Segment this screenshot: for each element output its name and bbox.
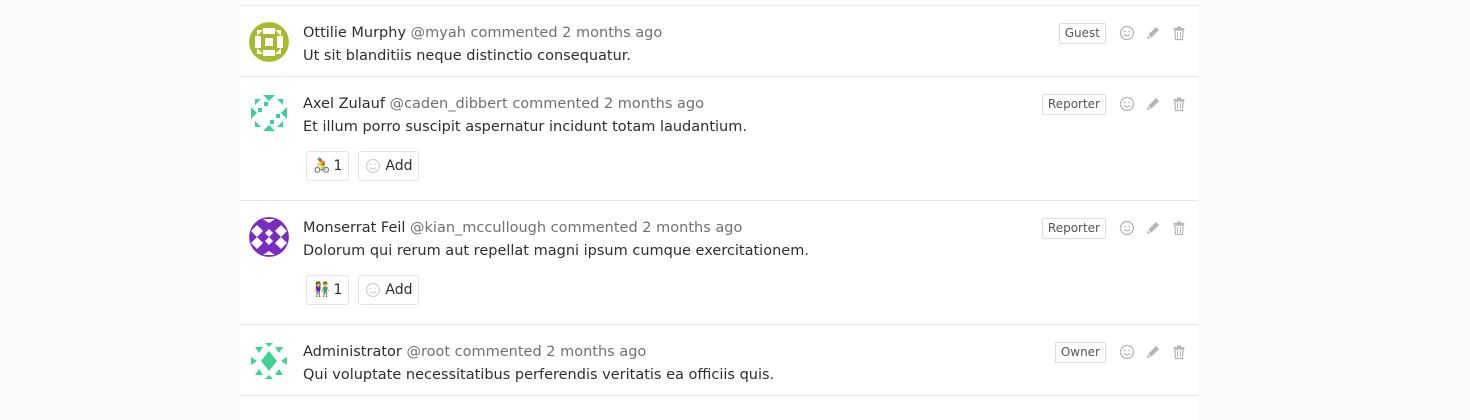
award-emoji: 👫: [313, 282, 331, 298]
role-badge: Guest: [1058, 22, 1106, 44]
note-actions: Guest: [1058, 22, 1188, 44]
role-badge: Reporter: [1041, 93, 1106, 115]
note-timestamp[interactable]: 2 months ago: [546, 344, 646, 360]
note-item: Ottilie Murphy @myah commented 2 months …: [240, 5, 1198, 77]
note-actions: Owner: [1054, 341, 1188, 363]
author-name[interactable]: Administrator: [303, 344, 402, 360]
add-reaction-button[interactable]: Add: [358, 275, 420, 305]
add-reaction-label: Add: [385, 158, 413, 174]
author-name[interactable]: Axel Zulauf: [303, 96, 385, 112]
notes-timeline: Ottilie Murphy @myah commented 2 months …: [240, 0, 1198, 420]
note-body: Qui voluptate necessitatibus perferendis…: [303, 367, 775, 383]
note-header: Administrator @root commented 2 months a…: [303, 342, 646, 362]
smiley-icon: [366, 282, 381, 298]
award-count: 1: [333, 282, 343, 298]
author-name[interactable]: Ottilie Murphy: [303, 25, 406, 41]
author-username[interactable]: @caden_dibbert: [390, 96, 508, 112]
note-timestamp[interactable]: 2 months ago: [562, 25, 662, 41]
trash-icon[interactable]: [1170, 219, 1188, 237]
note-action: commented: [512, 96, 600, 112]
note-item: Axel Zulauf @caden_dibbert commented 2 m…: [240, 77, 1198, 201]
smiley-icon[interactable]: [1118, 95, 1136, 113]
note-timestamp[interactable]: 2 months ago: [604, 96, 704, 112]
trash-icon[interactable]: [1170, 343, 1188, 361]
avatar[interactable]: [249, 93, 289, 133]
note-action: commented: [550, 220, 638, 236]
role-badge: Reporter: [1041, 217, 1106, 239]
award-bar: 👫 1 Add: [306, 275, 420, 305]
award-emoji: 🚴: [313, 158, 331, 174]
role-badge: Owner: [1054, 341, 1106, 363]
pencil-icon[interactable]: [1144, 95, 1162, 113]
avatar[interactable]: [249, 217, 289, 257]
author-username[interactable]: @kian_mccullough: [410, 220, 546, 236]
note-header: Ottilie Murphy @myah commented 2 months …: [303, 23, 662, 43]
note-header: Monserrat Feil @kian_mccullough commente…: [303, 218, 742, 238]
note-item: Administrator @root commented 2 months a…: [240, 325, 1198, 396]
award-count: 1: [333, 158, 343, 174]
smiley-icon[interactable]: [1118, 24, 1136, 42]
author-username[interactable]: @root: [406, 344, 450, 360]
pencil-icon[interactable]: [1144, 343, 1162, 361]
note-action: commented: [454, 344, 542, 360]
pencil-icon[interactable]: [1144, 24, 1162, 42]
smiley-icon[interactable]: [1118, 343, 1136, 361]
award-emoji-button[interactable]: 👫 1: [306, 275, 350, 305]
award-emoji-button[interactable]: 🚴 1: [306, 151, 350, 181]
note-action: commented: [470, 25, 558, 41]
avatar[interactable]: [249, 22, 289, 62]
add-reaction-button[interactable]: Add: [358, 151, 420, 181]
note-body: Ut sit blanditiis neque distinctio conse…: [303, 48, 632, 64]
smiley-icon[interactable]: [1118, 219, 1136, 237]
add-reaction-label: Add: [385, 282, 413, 298]
note-body: Et illum porro suscipit aspernatur incid…: [303, 119, 747, 135]
award-bar: 🚴 1 Add: [306, 151, 420, 181]
author-username[interactable]: @myah: [411, 25, 466, 41]
avatar[interactable]: [249, 341, 289, 381]
smiley-icon: [366, 158, 381, 174]
note-header: Axel Zulauf @caden_dibbert commented 2 m…: [303, 94, 704, 114]
trash-icon[interactable]: [1170, 24, 1188, 42]
pencil-icon[interactable]: [1144, 219, 1162, 237]
note-item: Monserrat Feil @kian_mccullough commente…: [240, 201, 1198, 325]
note-actions: Reporter: [1041, 93, 1188, 115]
note-body: Dolorum qui rerum aut repellat magni ips…: [303, 243, 809, 259]
note-timestamp[interactable]: 2 months ago: [642, 220, 742, 236]
trash-icon[interactable]: [1170, 95, 1188, 113]
author-name[interactable]: Monserrat Feil: [303, 220, 405, 236]
note-actions: Reporter: [1041, 217, 1188, 239]
